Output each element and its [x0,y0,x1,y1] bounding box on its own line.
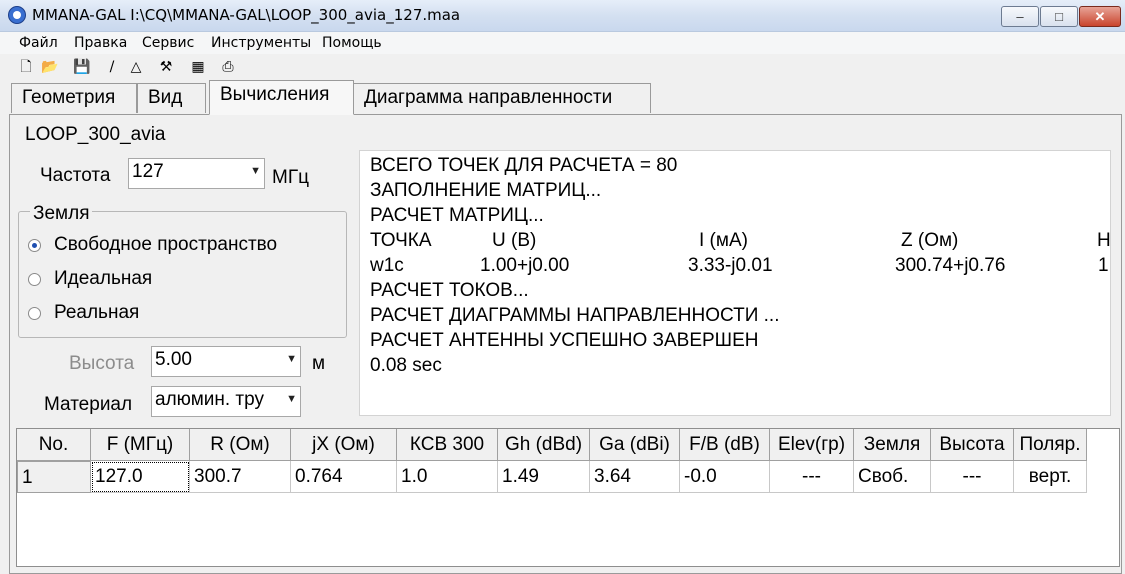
menu-bar: Файл Правка Сервис Инструменты Помощь [0,32,1125,54]
output-table-header-voltage: U (В) [492,230,537,251]
radio-free-space-label[interactable]: Свободное пространство [54,234,277,256]
table-cell[interactable]: 1.0 [397,461,498,493]
radio-ideal[interactable] [28,273,41,286]
calculator-icon[interactable]: ▦ [189,58,207,76]
output-row-impedance: 300.74+j0.76 [895,255,1006,276]
column-header[interactable]: Поляр. [1014,429,1087,461]
menu-file[interactable]: Файл [19,35,58,51]
column-header[interactable]: Gh (dBd) [498,429,590,461]
results-table[interactable]: No. F (МГц) R (Ом) jX (Ом) КСВ 300 Gh (d… [16,428,1120,567]
tab-geometry[interactable]: Геометрия [11,83,137,113]
material-combo[interactable]: алюмин. тру ▼ [151,386,301,417]
output-line: РАСЧЕТ ДИАГРАММЫ НАПРАВЛЕННОСТИ ... [370,305,780,326]
close-button[interactable]: ✕ [1079,6,1121,27]
column-header[interactable]: КСВ 300 [397,429,498,461]
column-header[interactable]: F/B (dB) [680,429,770,461]
frequency-value: 127 [132,161,164,182]
output-table-header-impedance: Z (Ом) [901,230,959,251]
table-cell[interactable]: -0.0 [680,461,770,493]
chevron-down-icon: ▼ [250,165,261,177]
output-row-current: 3.33-j0.01 [688,255,773,276]
save-icon[interactable]: 💾 [73,58,91,76]
triangle-icon[interactable]: △ [127,58,145,76]
material-value: алюмин. тру [155,389,264,410]
table-cell[interactable]: --- [770,461,854,493]
calculation-output[interactable]: ВСЕГО ТОЧЕК ДЛЯ РАСЧЕТА = 80 ЗАПОЛНЕНИЕ … [359,150,1111,416]
maximize-button[interactable]: □ [1040,6,1078,27]
output-line: ВСЕГО ТОЧЕК ДЛЯ РАСЧЕТА = 80 [370,155,678,176]
output-table-header-current: I (мА) [699,230,748,251]
minimize-button[interactable]: – [1001,6,1039,27]
table-cell[interactable]: верт. [1014,461,1087,493]
tools-icon[interactable]: ⚒ [157,58,175,76]
output-line: РАСЧЕТ МАТРИЦ... [370,205,544,226]
height-unit: м [312,353,324,374]
column-header[interactable]: Elev(гр) [770,429,854,461]
window-title: MMANA-GAL I:\CQ\MMANA-GAL\LOOP_300_avia_… [32,6,461,24]
menu-edit[interactable]: Правка [74,35,127,51]
new-file-icon[interactable]: 🗋 [17,58,35,76]
column-header[interactable]: jX (Ом) [291,429,397,461]
tab-view[interactable]: Вид [137,83,206,113]
tab-calculation[interactable]: Вычисления [209,80,354,115]
table-cell[interactable]: 0.764 [291,461,397,493]
radio-ideal-label[interactable]: Идеальная [54,268,152,290]
frequency-label: Частота [40,165,111,186]
chevron-down-icon: ▼ [286,393,297,405]
output-table-header-point: ТОЧКА [370,230,432,251]
column-header[interactable]: Земля [854,429,931,461]
column-header[interactable]: Ga (dBi) [590,429,680,461]
output-line: ЗАПОЛНЕНИЕ МАТРИЦ... [370,180,602,201]
height-combo[interactable]: 5.00 ▼ [151,346,301,377]
line-icon[interactable]: / [103,58,121,76]
table-cell[interactable]: 1 [17,461,91,493]
column-header[interactable]: R (Ом) [190,429,291,461]
frequency-unit: МГц [272,167,309,188]
table-cell[interactable]: 3.64 [590,461,680,493]
menu-service[interactable]: Сервис [142,35,194,51]
tab-pattern[interactable]: Диаграмма направленности [353,83,651,113]
table-cell[interactable]: Своб. [854,461,931,493]
app-icon [8,6,26,24]
output-line: 0.08 sec [370,355,442,376]
radio-real[interactable] [28,307,41,320]
title-bar: MMANA-GAL I:\CQ\MMANA-GAL\LOOP_300_avia_… [0,0,1125,32]
ground-legend: Земля [30,203,93,225]
radio-free-space[interactable] [28,239,41,252]
print-icon[interactable]: ⎙ [219,58,237,76]
output-table-header-more: Н [1097,230,1111,251]
output-row-more: 1 [1098,255,1109,276]
output-line: РАСЧЕТ ТОКОВ... [370,280,529,301]
table-cell[interactable]: 1.49 [498,461,590,493]
menu-tools[interactable]: Инструменты [211,35,311,51]
output-row-voltage: 1.00+j0.00 [480,255,570,276]
table-cell[interactable]: 300.7 [190,461,291,493]
toolbar: 🗋 📂 💾 / △ ⚒ ▦ ⎙ [0,55,1125,79]
table-cell[interactable]: 127.0 [91,461,190,493]
column-header[interactable]: F (МГц) [91,429,190,461]
height-value: 5.00 [155,349,192,370]
table-cell[interactable]: --- [931,461,1014,493]
column-header[interactable]: Высота [931,429,1014,461]
output-line: РАСЧЕТ АНТЕННЫ УСПЕШНО ЗАВЕРШЕН [370,330,759,351]
open-folder-icon[interactable]: 📂 [41,58,59,76]
frequency-combo[interactable]: 127 ▼ [128,158,265,189]
output-row-point: w1c [370,255,404,276]
column-header[interactable]: No. [17,429,91,461]
material-label: Материал [44,394,133,415]
menu-help[interactable]: Помощь [322,35,382,51]
chevron-down-icon: ▼ [286,353,297,365]
radio-real-label[interactable]: Реальная [54,302,139,324]
antenna-name: LOOP_300_avia [25,124,166,145]
height-label: Высота [69,353,135,374]
